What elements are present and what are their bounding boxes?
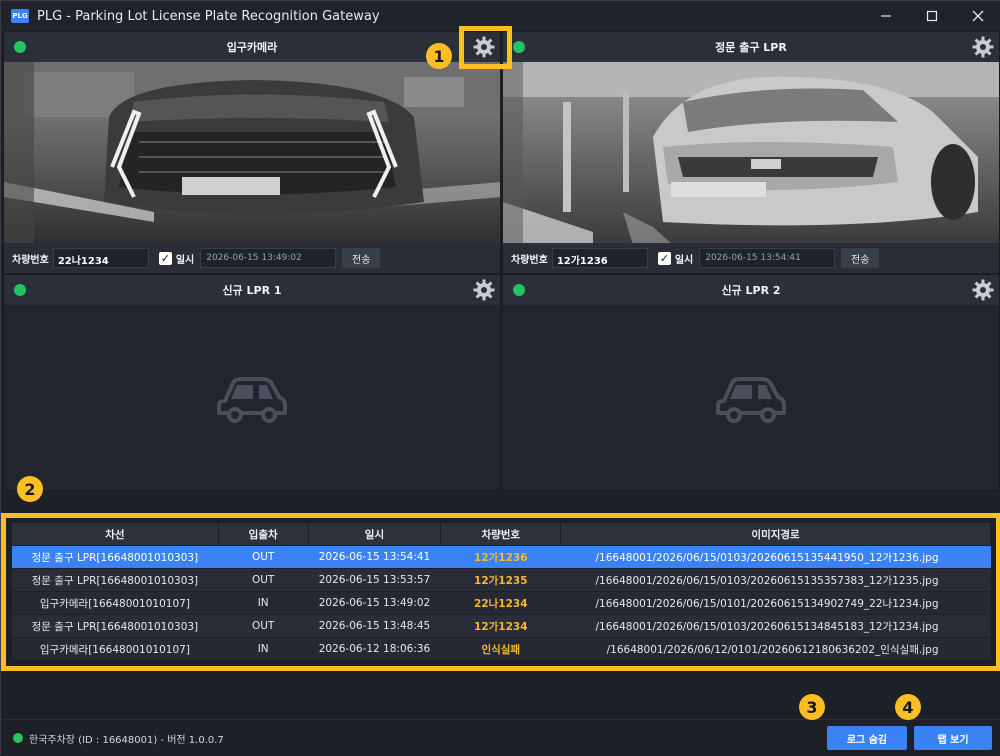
plate-number-input[interactable]: 22나1234 [52,248,149,268]
annotation-marker-1: 1 [426,43,452,69]
gear-icon[interactable] [971,35,995,59]
camera-feed-image [503,62,999,243]
datetime-checkbox[interactable]: ✓ [158,251,172,265]
hide-log-button[interactable]: 로그 숨김 [827,726,907,750]
plate-number-label: 차량번호 [12,254,49,266]
annotation-marker-4: 4 [895,694,921,720]
car-icon [217,376,287,423]
plate-bar: 차량번호 12가1236 ✓ 일시 2026-06-15 13:54:41 전송 [503,243,999,273]
status-footer: 한국주차장 (ID : 16648001) - 버전 1.0.0.7 로그 숨김… [1,719,1000,756]
maximize-button[interactable] [909,1,955,31]
minimize-button[interactable] [863,1,909,31]
highlight-box-log [1,513,1000,671]
camera-feed-placeholder [503,305,999,490]
datetime-input[interactable]: 2026-06-15 13:49:02 [200,248,337,268]
close-button[interactable] [955,1,1000,31]
camera-panel-main-exit: 정문 출구 LPR 차량번호 12가1236 ✓ 일시 2026-06-15 1… [502,31,1000,274]
app-logo: PLG [11,9,29,23]
annotation-marker-3: 3 [799,694,825,720]
connection-status-dot [13,733,23,743]
status-dot [14,284,26,296]
status-dot [14,41,26,53]
gear-icon[interactable] [472,278,496,302]
camera-feed-placeholder [4,305,500,490]
camera-panel-new-lpr-1: 신규 LPR 1 [3,274,501,491]
tab-view-button[interactable]: 탭 보기 [914,726,992,750]
minimize-icon [881,15,891,17]
camera-title: 신규 LPR 2 [721,284,781,297]
app-window: PLG PLG - Parking Lot License Plate Reco… [0,0,1000,756]
camera-feed-image [4,62,500,243]
parking-lot-info: 한국주차장 (ID : 16648001) - 버전 1.0.0.7 [29,735,224,746]
send-button[interactable]: 전송 [841,248,880,268]
car-icon [716,376,786,423]
send-button[interactable]: 전송 [342,248,381,268]
plate-bar: 차량번호 22나1234 ✓ 일시 2026-06-15 13:49:02 전송 [4,243,500,273]
highlight-box-gear [459,26,512,69]
datetime-input[interactable]: 2026-06-15 13:54:41 [699,248,836,268]
camera-title: 신규 LPR 1 [222,284,282,297]
close-icon [972,10,984,22]
annotation-marker-2: 2 [17,476,43,502]
datetime-checkbox[interactable]: ✓ [657,251,671,265]
datetime-label: 일시 [674,254,694,266]
camera-panel-new-lpr-2: 신규 LPR 2 [502,274,1000,491]
status-dot [513,284,525,296]
maximize-icon [926,10,938,22]
camera-title: 정문 출구 LPR [715,41,787,54]
camera-title: 입구카메라 [226,41,278,54]
plate-number-label: 차량번호 [511,254,548,266]
gear-icon[interactable] [971,278,995,302]
plate-number-input[interactable]: 12가1236 [551,248,648,268]
datetime-label: 일시 [175,254,195,266]
window-title: PLG - Parking Lot License Plate Recognit… [37,8,380,24]
status-dot [513,41,525,53]
camera-panel-entrance: 입구카메라 차량번호 22나1234 ✓ 일시 2026-06-15 13:49… [3,31,501,274]
